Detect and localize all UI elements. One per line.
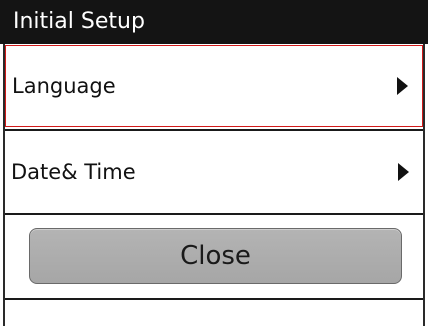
screen-right-border bbox=[423, 44, 425, 326]
menu-item-label: Date& Time bbox=[11, 160, 136, 184]
menu-item-label: Language bbox=[12, 74, 116, 98]
menu-item-date-time[interactable]: Date& Time bbox=[5, 132, 423, 212]
page-title: Initial Setup bbox=[13, 9, 145, 34]
triangle-right-icon bbox=[397, 77, 408, 95]
triangle-right-icon bbox=[398, 163, 409, 181]
divider bbox=[5, 213, 423, 215]
menu-item-language[interactable]: Language bbox=[5, 45, 423, 127]
divider bbox=[5, 298, 423, 300]
close-button[interactable]: Close bbox=[29, 228, 402, 284]
title-bar: Initial Setup bbox=[0, 0, 428, 44]
divider bbox=[5, 129, 423, 131]
close-button-label: Close bbox=[180, 241, 251, 271]
